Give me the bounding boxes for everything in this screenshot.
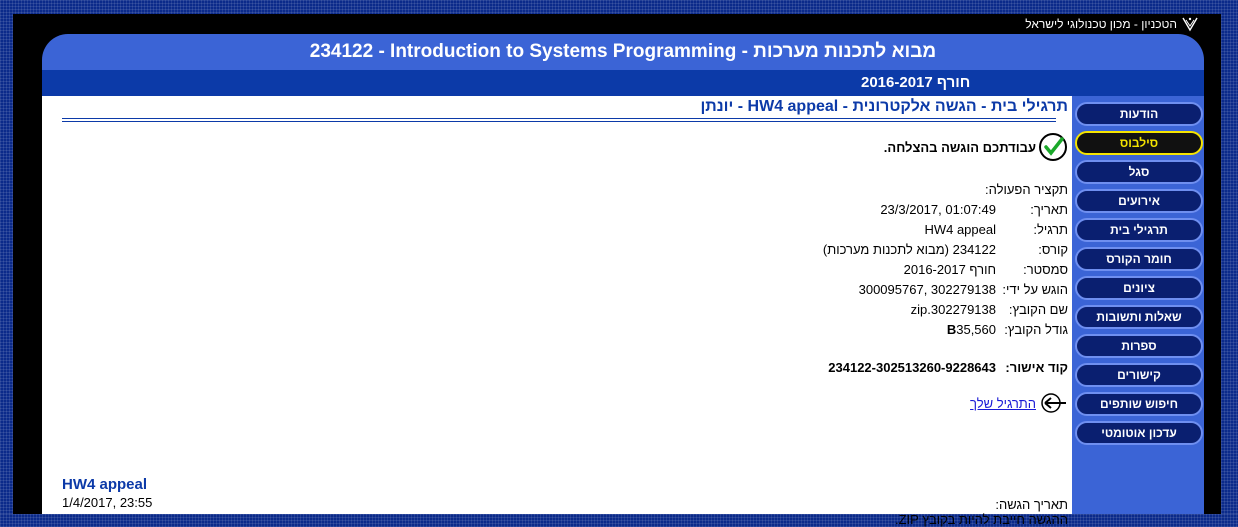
title-divider-secondary — [62, 121, 1056, 122]
detail-row-date: תאריך: 01:07:49 ,23/3/2017 — [868, 202, 1068, 218]
hw-title: HW4 appeal — [62, 476, 148, 493]
nav-partner-search[interactable]: חיפוש שותפים — [1075, 392, 1203, 416]
detail-value: B35,560 — [947, 322, 996, 337]
topbar: הטכניון - מכון טכנולוגי לישראל — [1025, 16, 1199, 32]
detail-value: 234122 (מבוא לתכנות מערכות) — [822, 242, 996, 257]
nav-events[interactable]: אירועים — [1075, 189, 1203, 213]
main-frame: הטכניון - מכון טכנולוגי לישראל 234122 - … — [13, 14, 1221, 527]
detail-label: שם הקובץ: — [1008, 302, 1068, 317]
detail-value: 302279138 ,300095767 — [858, 282, 996, 297]
detail-row-semester: סמסטר: חורף 2016-2017 — [868, 262, 1068, 278]
nav-auto-update[interactable]: עדכון אוטומטי — [1075, 421, 1203, 445]
size-number: 35,560 — [956, 322, 996, 337]
nav-announcements[interactable]: הודעות — [1075, 102, 1203, 126]
approval-code: 234122-302513260-9228643 — [828, 360, 996, 375]
detail-label: תרגיל: — [1033, 222, 1068, 237]
semester-label: חורף 2016-2017 — [861, 74, 971, 91]
success-message: עבודתכם הוגשה בהצלחה. — [884, 132, 1068, 162]
detail-value: חורף 2016-2017 — [903, 262, 996, 277]
content-panel: תרגילי בית - הגשה אלקטרונית - HW4 appeal… — [42, 96, 1072, 527]
nav-literature[interactable]: ספרות — [1075, 334, 1203, 358]
nav-syllabus[interactable]: סילבוס — [1075, 131, 1203, 155]
nav-course-material[interactable]: חומר הקורס — [1075, 247, 1203, 271]
detail-row-exercise: תרגיל: HW4 appeal — [868, 222, 1068, 238]
title-divider — [62, 118, 1056, 119]
arrow-left-icon — [1041, 393, 1066, 413]
detail-value: 01:07:49 ,23/3/2017 — [880, 202, 996, 217]
submission-note: ההגשה חייבת להיות בקובץ ZIP. — [894, 512, 1068, 527]
detail-label: קורס: — [1038, 242, 1068, 257]
detail-value: 302279138.zip — [910, 302, 996, 317]
detail-label: הוגש על ידי: — [1002, 282, 1068, 297]
detail-label: סמסטר: — [1023, 262, 1068, 277]
course-title: 234122 - Introduction to Systems Program… — [309, 41, 937, 62]
nav-links[interactable]: קישורים — [1075, 363, 1203, 387]
back-link[interactable]: התרגיל שלך — [970, 392, 1068, 414]
detail-label: גודל הקובץ: — [1004, 322, 1068, 337]
detail-row-filename: שם הקובץ: 302279138.zip — [868, 302, 1068, 318]
sidebar-nav: הודעות סילבוס סגל אירועים תרגילי בית חומ… — [1072, 96, 1204, 514]
detail-value: HW4 appeal — [924, 222, 996, 237]
approval-label: קוד אישור: — [1005, 360, 1068, 375]
nav-grades[interactable]: ציונים — [1075, 276, 1203, 300]
page-title: תרגילי בית - הגשה אלקטרונית - HW4 appeal… — [700, 98, 1068, 115]
back-link-text[interactable]: התרגיל שלך — [970, 396, 1036, 411]
technion-logo-icon — [1182, 17, 1198, 32]
detail-row-filesize: גודל הקובץ: B35,560 — [868, 322, 1068, 338]
detail-label: תאריך: — [1030, 202, 1068, 217]
size-unit: B — [946, 322, 957, 337]
success-text: עבודתכם הוגשה בהצלחה. — [883, 139, 1036, 155]
check-icon — [1039, 133, 1067, 161]
approval-row: קוד אישור: 234122-302513260-9228643 — [808, 360, 1068, 376]
nav-faq[interactable]: שאלות ותשובות — [1075, 305, 1203, 329]
semester-bar: חורף 2016-2017 — [42, 70, 1204, 96]
detail-row-course: קורס: 234122 (מבוא לתכנות מערכות) — [808, 242, 1068, 258]
nav-homework[interactable]: תרגילי בית — [1075, 218, 1203, 242]
institution-name: הטכניון - מכון טכנולוגי לישראל — [1025, 17, 1177, 31]
summary-heading: תקציר הפעולה: — [985, 182, 1068, 197]
submission-date-label: תאריך הגשה: — [995, 497, 1068, 512]
course-title-bar: 234122 - Introduction to Systems Program… — [42, 34, 1204, 70]
nav-staff[interactable]: סגל — [1075, 160, 1203, 184]
hw-date: 1/4/2017, 23:55 — [62, 495, 153, 510]
detail-row-submitted-by: הוגש על ידי: 302279138 ,300095767 — [838, 282, 1068, 298]
